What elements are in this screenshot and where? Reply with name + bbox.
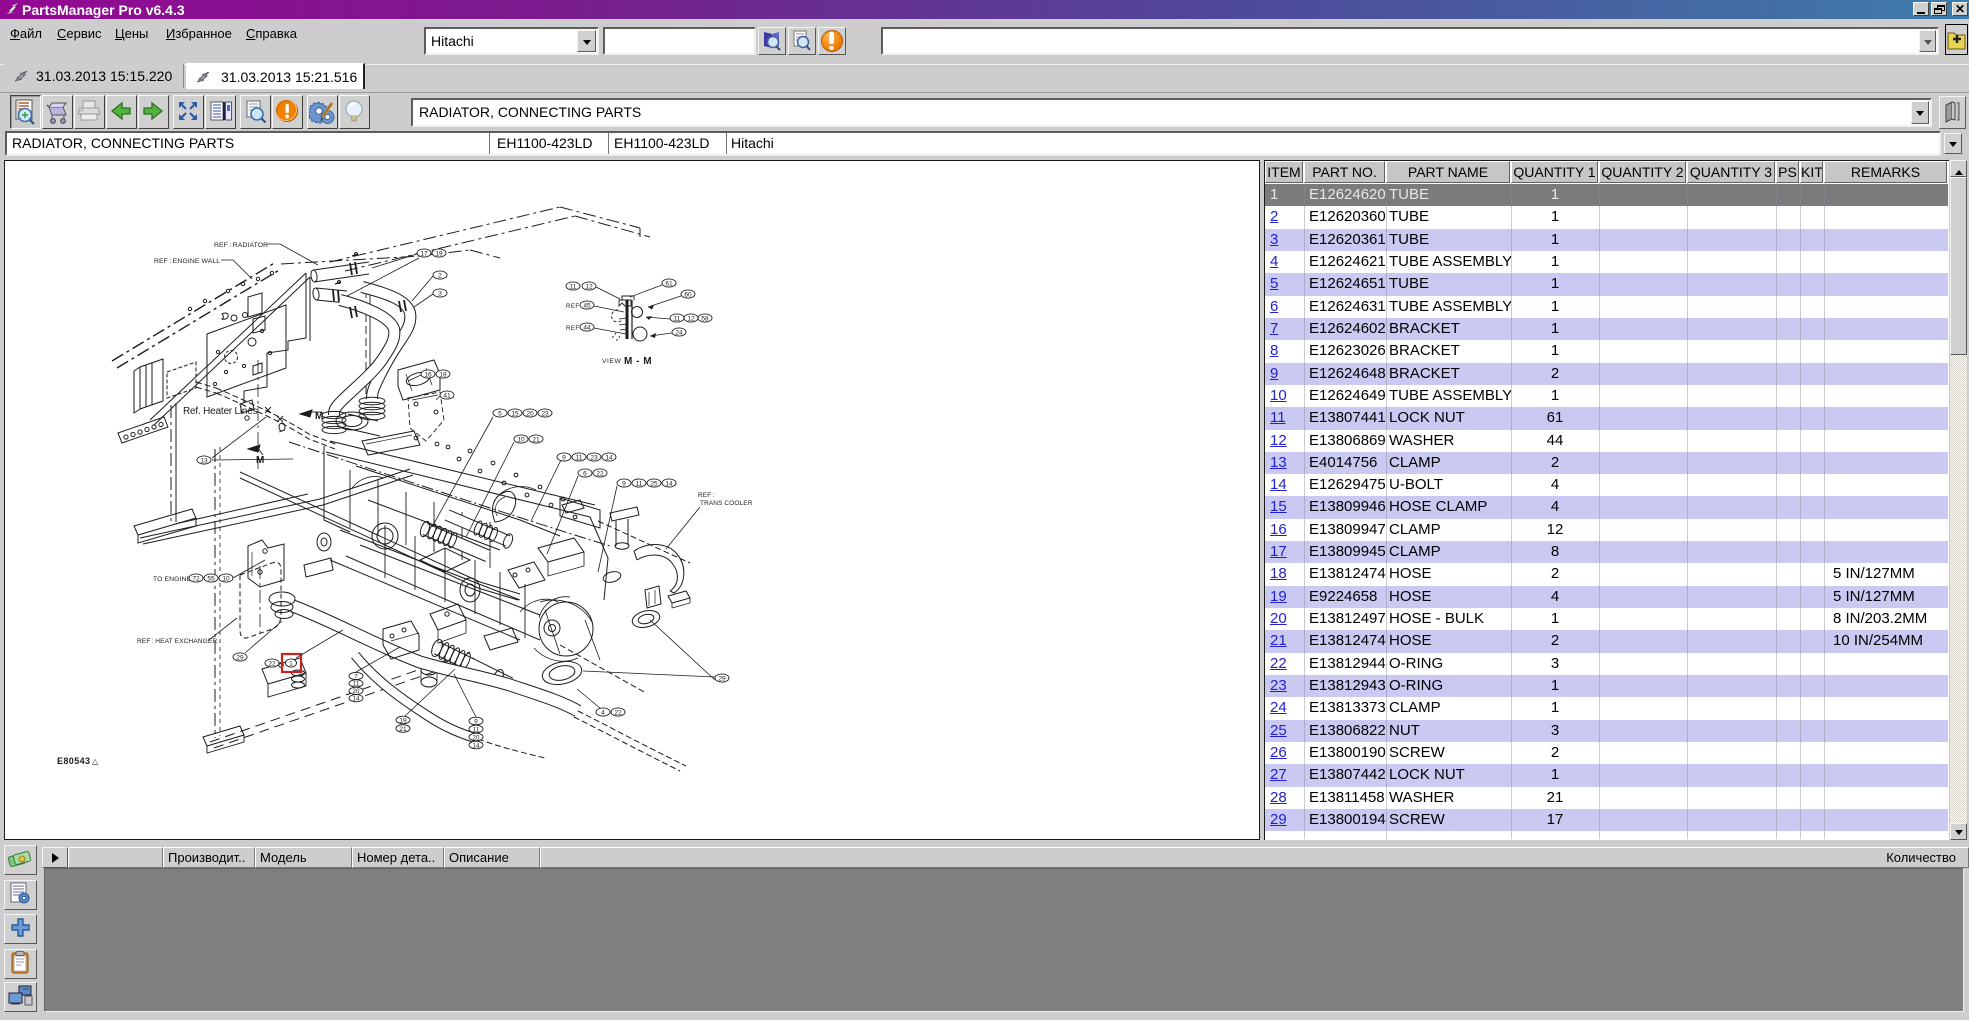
svg-text:14: 14 [473,742,480,749]
svg-text:REF :: REF : [698,492,715,499]
svg-text:9: 9 [474,718,478,725]
svg-text:11: 11 [570,283,577,290]
svg-text:10: 10 [222,575,230,582]
svg-text:12: 12 [687,315,695,322]
svg-text:REF : RADIATOR: REF : RADIATOR [214,242,268,249]
svg-text:20: 20 [353,688,360,695]
svg-text:23: 23 [590,454,598,461]
svg-text:2: 2 [438,272,442,279]
svg-text:24: 24 [675,329,683,336]
svg-text:11: 11 [353,681,360,688]
svg-text:REF : ENGINE WALL: REF : ENGINE WALL [154,258,220,265]
svg-text:61: 61 [665,280,673,287]
svg-text:11: 11 [636,480,643,487]
svg-text:6: 6 [583,470,587,477]
svg-text:60: 60 [684,291,692,298]
svg-text:55: 55 [207,575,215,582]
svg-text:10: 10 [517,436,525,443]
svg-text:23: 23 [541,410,549,417]
svg-text:19: 19 [399,717,407,724]
svg-text:11: 11 [473,726,480,733]
svg-text:4: 4 [601,709,605,716]
svg-text:1: 1 [289,660,293,667]
svg-text:9: 9 [622,480,626,487]
svg-text:41: 41 [443,392,451,399]
svg-text:21: 21 [399,726,407,733]
svg-text:58: 58 [701,315,709,322]
svg-text:TRANS COOLER: TRANS COOLER [700,500,753,507]
svg-text:REF: REF [566,326,580,332]
svg-text:72: 72 [192,575,200,582]
svg-text:TO ENGINE: TO ENGINE [153,576,192,583]
svg-text:5: 5 [498,410,502,417]
svg-text:45: 45 [583,302,591,309]
svg-text:25: 25 [650,480,658,487]
svg-text:VIEW: VIEW [602,358,621,365]
svg-text:9: 9 [562,454,566,461]
svg-text:3: 3 [438,290,442,297]
svg-text:E80543: E80543 [57,756,90,766]
svg-text:19: 19 [435,250,443,257]
svg-text:REF: REF [566,304,580,310]
svg-text:REF : HEAT EXCHANGER: REF : HEAT EXCHANGER [137,638,217,645]
svg-text:12: 12 [585,283,593,290]
svg-text:14: 14 [353,696,360,703]
svg-text:44: 44 [583,324,591,331]
svg-text:18: 18 [439,371,447,378]
svg-text:M: M [256,455,265,466]
svg-text:14: 14 [605,454,613,461]
svg-text:11: 11 [674,315,681,322]
svg-text:13: 13 [200,457,208,464]
svg-text:21: 21 [532,436,540,443]
svg-text:29: 29 [718,675,726,682]
svg-text:16: 16 [424,371,432,378]
svg-text:22: 22 [268,660,276,667]
svg-text:7: 7 [354,673,358,680]
svg-text:20: 20 [526,410,534,417]
svg-text:M - M: M - M [624,356,652,367]
svg-text:22: 22 [596,470,604,477]
svg-text:22: 22 [614,709,622,716]
svg-text:△: △ [92,757,99,766]
svg-text:Ref. Heater Lines: Ref. Heater Lines [183,406,258,417]
svg-text:11: 11 [576,454,583,461]
svg-text:20: 20 [473,734,480,741]
svg-text:15: 15 [511,410,519,417]
svg-text:14: 14 [665,480,673,487]
svg-text:29: 29 [236,654,244,661]
svg-text:17: 17 [420,250,428,257]
